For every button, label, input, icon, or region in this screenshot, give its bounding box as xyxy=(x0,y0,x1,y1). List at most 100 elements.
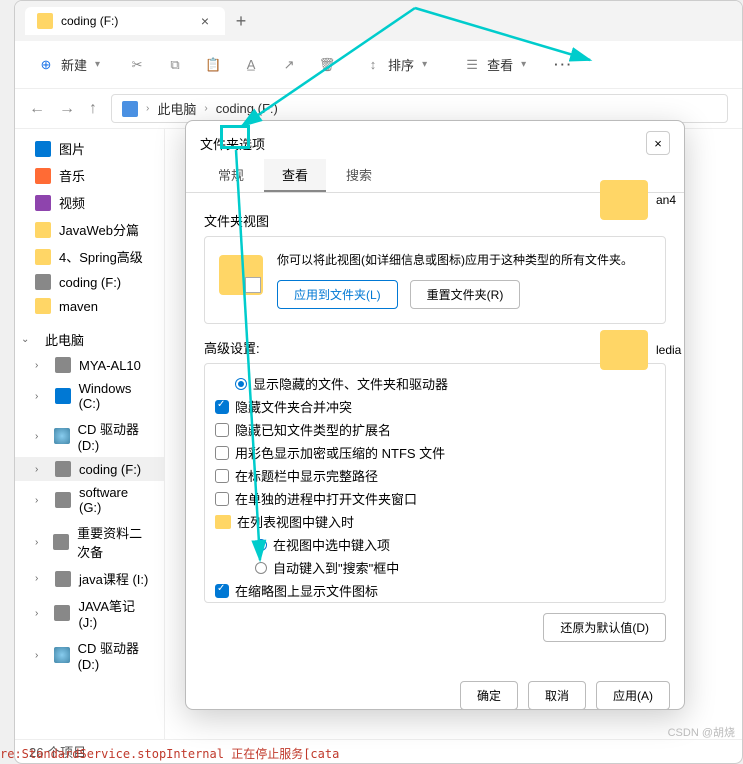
checkbox[interactable] xyxy=(215,492,229,506)
advanced-setting-item[interactable]: 在单独的进程中打开文件夹窗口 xyxy=(211,487,659,510)
sidebar-item[interactable]: maven xyxy=(15,294,164,318)
folder-icon xyxy=(219,255,263,295)
forward-button[interactable]: → xyxy=(59,100,75,118)
item-icon xyxy=(35,168,51,184)
item-icon xyxy=(35,249,51,265)
radio[interactable] xyxy=(235,378,247,390)
sidebar-item[interactable]: 图片 xyxy=(15,135,164,162)
checkbox[interactable] xyxy=(215,400,229,414)
view-icon: ☰ xyxy=(463,56,481,74)
folder-tile[interactable]: an4 xyxy=(600,180,676,220)
sidebar-item[interactable]: coding (F:) xyxy=(15,270,164,294)
advanced-setting-item[interactable]: 自动键入到"搜索"框中 xyxy=(211,556,659,579)
checkbox[interactable] xyxy=(215,584,229,598)
radio[interactable] xyxy=(255,539,267,551)
sidebar-drive-item[interactable]: ›MYA-AL10 xyxy=(15,353,164,377)
address-bar[interactable]: › 此电脑 › coding (F:) xyxy=(111,94,728,123)
paste-icon[interactable]: 📋 xyxy=(204,56,222,74)
dialog-title: 文件夹选项 xyxy=(200,134,265,153)
sidebar: 图片音乐视频JavaWeb分篇4、Spring高级coding (F:)mave… xyxy=(15,129,165,739)
item-icon xyxy=(35,274,51,290)
chevron-down-icon: ▾ xyxy=(95,59,100,70)
window-tab[interactable]: coding (F:) × xyxy=(25,7,225,35)
view-button[interactable]: ☰ 查看 ▾ xyxy=(455,51,534,78)
sidebar-drive-item[interactable]: ›CD 驱动器 (D:) xyxy=(15,634,164,676)
advanced-setting-item[interactable]: 在标题栏中显示完整路径 xyxy=(211,464,659,487)
advanced-setting-item[interactable]: 用彩色显示加密或压缩的 NTFS 文件 xyxy=(211,441,659,464)
checkbox[interactable] xyxy=(215,446,229,460)
item-icon xyxy=(35,195,51,211)
sort-button[interactable]: ↕ 排序 ▾ xyxy=(356,51,435,78)
drive-icon xyxy=(55,388,71,404)
advanced-settings-list[interactable]: 显示隐藏的文件、文件夹和驱动器隐藏文件夹合并冲突隐藏已知文件类型的扩展名用彩色显… xyxy=(204,363,666,603)
sidebar-item[interactable]: 视频 xyxy=(15,189,164,216)
sidebar-this-pc[interactable]: ⌄此电脑 xyxy=(15,326,164,353)
sidebar-drive-item[interactable]: ›Windows (C:) xyxy=(15,377,164,415)
sidebar-drive-item[interactable]: ›JAVA笔记 (J:) xyxy=(15,592,164,634)
sidebar-drive-item[interactable]: ›software (G:) xyxy=(15,481,164,519)
dialog-body: 文件夹视图 你可以将此视图(如详细信息或图标)应用于这种类型的所有文件夹。 应用… xyxy=(186,193,684,673)
sidebar-item[interactable]: JavaWeb分篇 xyxy=(15,216,164,243)
sidebar-drive-item[interactable]: ›java课程 (I:) xyxy=(15,565,164,592)
drive-icon xyxy=(55,571,71,587)
chevron-right-icon: › xyxy=(146,103,149,114)
folder-icon xyxy=(600,180,648,220)
chevron-right-icon: › xyxy=(35,650,46,661)
cancel-button[interactable]: 取消 xyxy=(528,681,586,710)
reset-folders-button[interactable]: 重置文件夹(R) xyxy=(410,280,521,309)
ok-button[interactable]: 确定 xyxy=(460,681,518,710)
sidebar-drive-item[interactable]: ›coding (F:) xyxy=(15,457,164,481)
up-button[interactable]: ↑ xyxy=(89,100,97,118)
cut-icon[interactable]: ✂ xyxy=(128,56,146,74)
advanced-setting-item[interactable]: 显示隐藏的文件、文件夹和驱动器 xyxy=(211,372,659,395)
back-button[interactable]: ← xyxy=(29,100,45,118)
advanced-setting-item[interactable]: 在文件夹提示中显示文件大小信息 xyxy=(211,602,659,603)
apply-to-folders-button[interactable]: 应用到文件夹(L) xyxy=(277,280,398,309)
tab-strip: coding (F:) × + xyxy=(15,1,742,41)
chevron-down-icon: ⌄ xyxy=(21,334,33,345)
dialog-tab[interactable]: 搜索 xyxy=(328,159,390,192)
breadcrumb-current[interactable]: coding (F:) xyxy=(216,101,278,116)
sidebar-item[interactable]: 4、Spring高级 xyxy=(15,243,164,270)
folder-tile[interactable]: ledia xyxy=(600,330,681,370)
close-icon[interactable]: × xyxy=(197,13,213,29)
dialog-close-button[interactable]: × xyxy=(646,131,670,155)
dialog-tab[interactable]: 查看 xyxy=(264,159,326,192)
tab-title: coding (F:) xyxy=(61,14,189,28)
checkbox[interactable] xyxy=(215,423,229,437)
pc-icon xyxy=(122,101,138,117)
sidebar-item[interactable]: 音乐 xyxy=(15,162,164,189)
drive-icon xyxy=(53,534,69,550)
advanced-setting-item[interactable]: 在缩略图上显示文件图标 xyxy=(211,579,659,602)
radio[interactable] xyxy=(255,562,267,574)
copy-icon[interactable]: ⧉ xyxy=(166,56,184,74)
folder-view-box: 你可以将此视图(如详细信息或图标)应用于这种类型的所有文件夹。 应用到文件夹(L… xyxy=(204,236,666,324)
sidebar-drive-item[interactable]: ›重要资料二次备 xyxy=(15,519,164,565)
apply-button[interactable]: 应用(A) xyxy=(596,681,670,710)
chevron-right-icon: › xyxy=(35,573,47,584)
item-icon xyxy=(35,141,51,157)
drive-icon xyxy=(55,461,71,477)
sidebar-drive-item[interactable]: ›CD 驱动器 (D:) xyxy=(15,415,164,457)
advanced-setting-item[interactable]: 在视图中选中键入项 xyxy=(211,533,659,556)
item-icon xyxy=(35,298,51,314)
sort-icon: ↕ xyxy=(364,56,382,74)
watermark: CSDN @胡烧 xyxy=(668,724,735,740)
restore-defaults-button[interactable]: 还原为默认值(D) xyxy=(543,613,666,642)
chevron-right-icon: › xyxy=(35,537,45,548)
more-button[interactable]: ··· xyxy=(554,57,573,72)
advanced-setting-item[interactable]: 隐藏已知文件类型的扩展名 xyxy=(211,418,659,441)
share-icon[interactable]: ↗ xyxy=(280,56,298,74)
new-button[interactable]: ⊕ 新建 ▾ xyxy=(29,51,108,78)
drive-icon xyxy=(54,428,70,444)
dialog-tab[interactable]: 常规 xyxy=(200,159,262,192)
breadcrumb-root[interactable]: 此电脑 xyxy=(157,99,196,118)
checkbox[interactable] xyxy=(215,469,229,483)
new-tab-button[interactable]: + xyxy=(225,11,257,32)
folder-icon xyxy=(215,515,231,529)
delete-icon[interactable]: 🗑 xyxy=(318,56,336,74)
rename-icon[interactable]: A̲ xyxy=(242,56,260,74)
chevron-right-icon: › xyxy=(35,495,47,506)
advanced-setting-item[interactable]: 隐藏文件夹合并冲突 xyxy=(211,395,659,418)
advanced-setting-item[interactable]: 在列表视图中键入时 xyxy=(211,510,659,533)
